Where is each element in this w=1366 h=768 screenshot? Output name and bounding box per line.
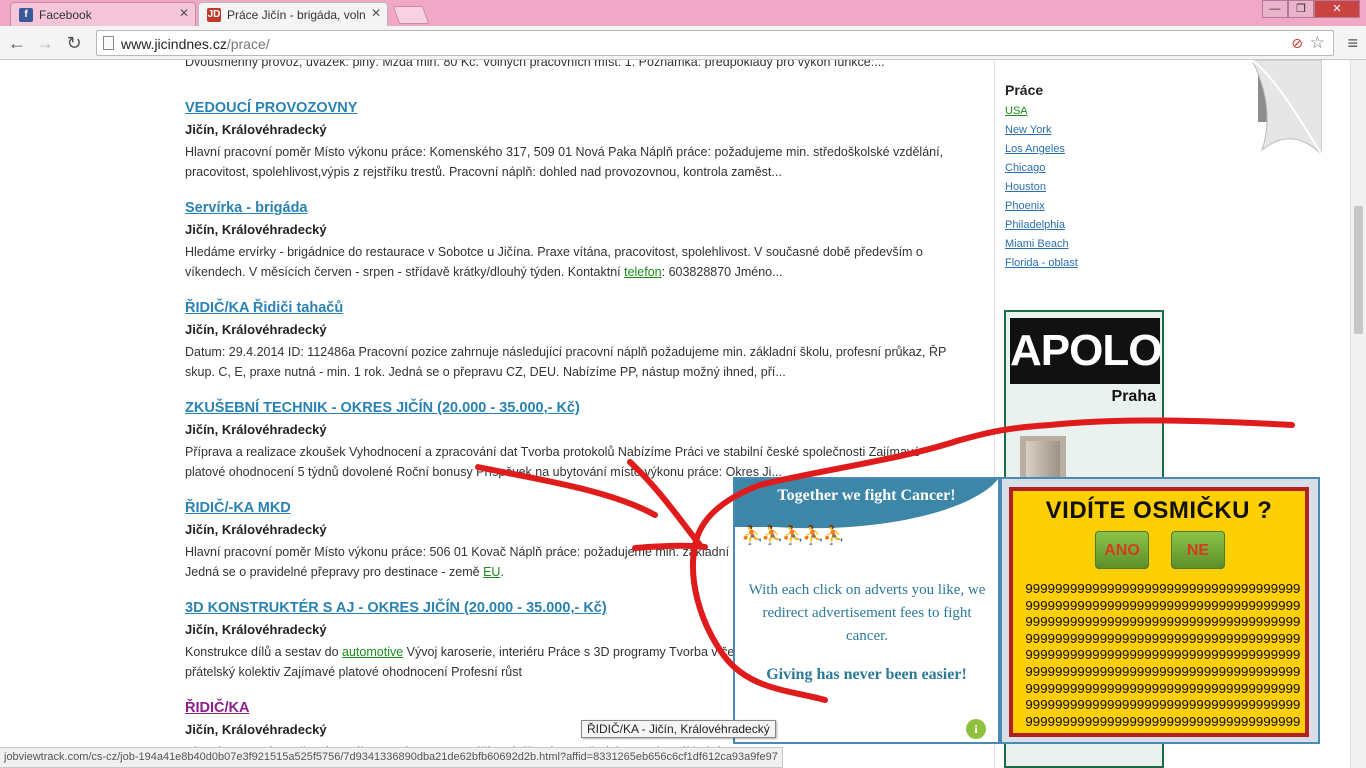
yes-button[interactable]: ANO	[1095, 531, 1149, 569]
minimize-button[interactable]: —	[1262, 0, 1288, 18]
vertical-scrollbar[interactable]	[1350, 60, 1366, 768]
job-title-link[interactable]: 3D KONSTRUKTÉR S AJ - OKRES JIČÍN (20.00…	[185, 600, 607, 616]
address-bar[interactable]: www.jicindnes.cz/prace/ ⊘ ☆	[96, 30, 1334, 56]
job-location: Jičín, Královéhradecký	[185, 722, 327, 737]
facebook-icon: f	[19, 8, 33, 22]
new-tab-button[interactable]	[392, 6, 430, 24]
page-icon	[103, 36, 114, 50]
sidebar-link-los-angeles[interactable]: Los Angeles	[1005, 143, 1078, 155]
job-item: ŘIDIČ/KA Řidiči tahačů Jičín, Královéhra…	[185, 272, 965, 379]
sidebar-link-new-york[interactable]: New York	[1005, 124, 1078, 136]
sidebar-link-chicago[interactable]: Chicago	[1005, 162, 1078, 174]
job-title-link[interactable]: ZKUŠEBNÍ TECHNIK - OKRES JIČÍN (20.000 -…	[185, 400, 580, 416]
job-title-link[interactable]: Servírka - brigáda	[185, 200, 308, 216]
sidebar-link-houston[interactable]: Houston	[1005, 181, 1078, 193]
info-icon[interactable]: i	[966, 719, 986, 739]
reload-icon[interactable]: ↻	[63, 32, 85, 54]
tab-label: Facebook	[39, 8, 92, 22]
tab-facebook[interactable]: f Facebook ✕	[10, 2, 196, 26]
sidebar-title: Práce USA	[1005, 82, 1078, 117]
scrollbar-thumb[interactable]	[1354, 206, 1363, 334]
sidebar-usa-jobs: Práce USA New York Los Angeles Chicago H…	[1005, 82, 1078, 269]
job-item: ZKUŠEBNÍ TECHNIK - OKRES JIČÍN (20.000 -…	[185, 372, 965, 479]
job-location: Jičín, Královéhradecký	[185, 222, 327, 237]
sidebar-link-philadelphia[interactable]: Philadelphia	[1005, 219, 1078, 231]
jicindnes-icon: JD	[207, 8, 221, 22]
sidebar-link-phoenix[interactable]: Phoenix	[1005, 200, 1078, 212]
people-icon: ⛹⛹⛹⛹⛹	[741, 525, 845, 545]
close-tab-icon[interactable]: ✕	[371, 6, 381, 20]
quiz-panel: VIDÍTE OSMIČKU ? ANO NE 9999999999999999…	[1009, 487, 1309, 737]
job-location: Jičín, Královéhradecký	[185, 322, 327, 337]
close-window-button[interactable]: ✕	[1314, 0, 1360, 18]
cancer-ad-title: Together we fight Cancer!	[777, 487, 956, 504]
tab-label: Práce Jičín - brigáda, volná místa	[227, 8, 365, 22]
forward-arrow-icon[interactable]: →	[34, 32, 56, 54]
interior-photo	[1020, 436, 1066, 482]
job-location: Jičín, Královéhradecký	[185, 422, 327, 437]
tab-prace-jicin[interactable]: JD Práce Jičín - brigáda, volná místa ✕	[198, 2, 388, 26]
eight-quiz-ad[interactable]: VIDÍTE OSMIČKU ? ANO NE 9999999999999999…	[1000, 477, 1320, 744]
url-text[interactable]: www.jicindnes.cz/prace/	[121, 36, 270, 52]
job-description: Dvousměnný provoz, úvazek: plný. Mzda mi…	[185, 60, 885, 69]
job-title-link[interactable]: ŘIDIČ/KA Řidiči tahačů	[185, 300, 343, 316]
bookmark-star-icon[interactable]: ☆	[1310, 33, 1325, 53]
cancer-ad-slogan: Giving has never been easier!	[766, 666, 967, 683]
digit-grid: 9999999999999999999999999999999999999999…	[1025, 583, 1301, 731]
maximize-button[interactable]: ❐	[1288, 0, 1314, 18]
page-peel-ad[interactable]	[1252, 60, 1322, 155]
job-title-link[interactable]: ŘIDIČ/KA	[185, 700, 249, 716]
job-location: Jičín, Královéhradecký	[185, 122, 327, 137]
cancer-ad-text: With each click on adverts you like, we …	[748, 582, 986, 644]
apolo-logo: APOLO	[1010, 318, 1162, 384]
no-button[interactable]: NE	[1171, 531, 1225, 569]
quiz-question: VIDÍTE OSMIČKU ?	[1045, 497, 1273, 524]
job-title-link[interactable]: ŘIDIČ/-KA MKD	[185, 500, 291, 516]
chrome-menu-icon[interactable]: ≡	[1347, 33, 1358, 54]
title-bar: f Facebook ✕ JD Práce Jičín - brigáda, v…	[0, 0, 1366, 26]
cancer-ad-popup[interactable]: Together we fight Cancer! ⛹⛹⛹⛹⛹ With eac…	[733, 477, 1000, 744]
link-tooltip: ŘIDIČ/KA - Jičín, Královéhradecký	[581, 720, 776, 738]
browser-toolbar: ← → ↻ www.jicindnes.cz/prace/ ⊘ ☆ ≡	[0, 26, 1366, 60]
sidebar-link-miami-beach[interactable]: Miami Beach	[1005, 238, 1078, 250]
status-bar-url: jobviewtrack.com/cs-cz/job-194a41e8b40d0…	[0, 747, 783, 768]
apolo-city: Praha	[1111, 388, 1156, 405]
job-title-link[interactable]: VEDOUCÍ PROVOZOVNY	[185, 100, 357, 116]
job-item: VEDOUCÍ PROVOZOVNY Jičín, Královéhradeck…	[185, 72, 965, 179]
usa-link[interactable]: USA	[1005, 105, 1078, 117]
job-item: Servírka - brigáda Jičín, Královéhradeck…	[185, 172, 965, 279]
job-location: Jičín, Královéhradecký	[185, 522, 327, 537]
blocked-popup-icon[interactable]: ⊘	[1291, 35, 1303, 52]
back-arrow-icon[interactable]: ←	[6, 32, 28, 54]
close-tab-icon[interactable]: ✕	[179, 6, 189, 20]
sidebar-link-florida[interactable]: Florida - oblast	[1005, 257, 1078, 269]
keyword-link[interactable]: automotive	[342, 645, 403, 659]
job-location: Jičín, Královéhradecký	[185, 622, 327, 637]
